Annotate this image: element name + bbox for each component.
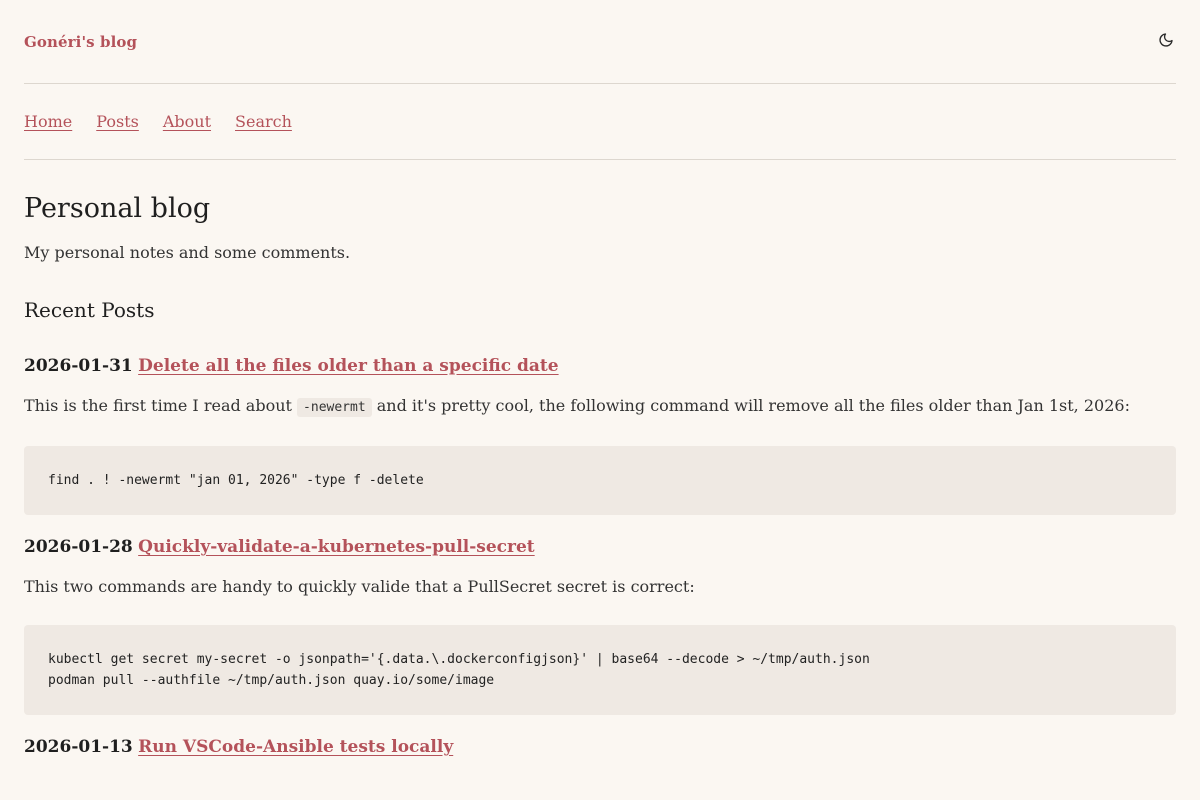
- post-title-link[interactable]: Run VSCode-Ansible tests locally: [138, 737, 453, 757]
- post-header: 2026-01-13 Run VSCode-Ansible tests loca…: [24, 735, 1176, 759]
- post-date: 2026-01-31: [24, 356, 133, 376]
- post-date: 2026-01-13: [24, 737, 133, 757]
- post-summary: This two commands are handy to quickly v…: [24, 577, 695, 596]
- page: Gonéri's blog Home Posts About Search Pe…: [24, 0, 1176, 759]
- code-block[interactable]: kubectl get secret my-secret -o jsonpath…: [24, 625, 1176, 715]
- post-item: 2026-01-31 Delete all the files older th…: [24, 354, 1176, 515]
- post-item: 2026-01-13 Run VSCode-Ansible tests loca…: [24, 735, 1176, 759]
- recent-posts-heading: Recent Posts: [24, 298, 155, 322]
- post-summary-text: and it's pretty cool, the following comm…: [371, 396, 1130, 415]
- nav-about[interactable]: About: [163, 112, 211, 131]
- moon-icon: [1158, 32, 1174, 52]
- main-content: Personal blog My personal notes and some…: [24, 192, 1176, 759]
- code-line: podman pull --authfile ~/tmp/auth.json q…: [48, 673, 495, 688]
- main-nav: Home Posts About Search: [24, 84, 1176, 160]
- code-line: find . ! -newermt "jan 01, 2026" -type f…: [48, 473, 424, 488]
- site-title-link[interactable]: Gonéri's blog: [24, 33, 137, 51]
- inline-code: -newermt: [297, 398, 372, 417]
- post-title-link[interactable]: Delete all the files older than a specif…: [138, 356, 558, 376]
- post-summary-text: This is the first time I read about: [24, 396, 298, 415]
- nav-posts[interactable]: Posts: [96, 112, 139, 131]
- site-header: Gonéri's blog: [24, 0, 1176, 84]
- post-date: 2026-01-28: [24, 537, 133, 557]
- theme-toggle-button[interactable]: [1156, 32, 1176, 52]
- code-line: kubectl get secret my-secret -o jsonpath…: [48, 652, 870, 667]
- post-header: 2026-01-28 Quickly-validate-a-kubernetes…: [24, 535, 1176, 559]
- post-header: 2026-01-31 Delete all the files older th…: [24, 354, 1176, 378]
- page-title: Personal blog: [24, 193, 211, 224]
- code-block[interactable]: find . ! -newermt "jan 01, 2026" -type f…: [24, 446, 1176, 515]
- nav-home[interactable]: Home: [24, 112, 72, 131]
- post-title-link[interactable]: Quickly-validate-a-kubernetes-pull-secre…: [138, 537, 535, 557]
- page-description: My personal notes and some comments.: [24, 243, 351, 262]
- nav-search[interactable]: Search: [235, 112, 292, 131]
- post-item: 2026-01-28 Quickly-validate-a-kubernetes…: [24, 535, 1176, 715]
- post-summary: This is the first time I read about -new…: [24, 394, 1176, 420]
